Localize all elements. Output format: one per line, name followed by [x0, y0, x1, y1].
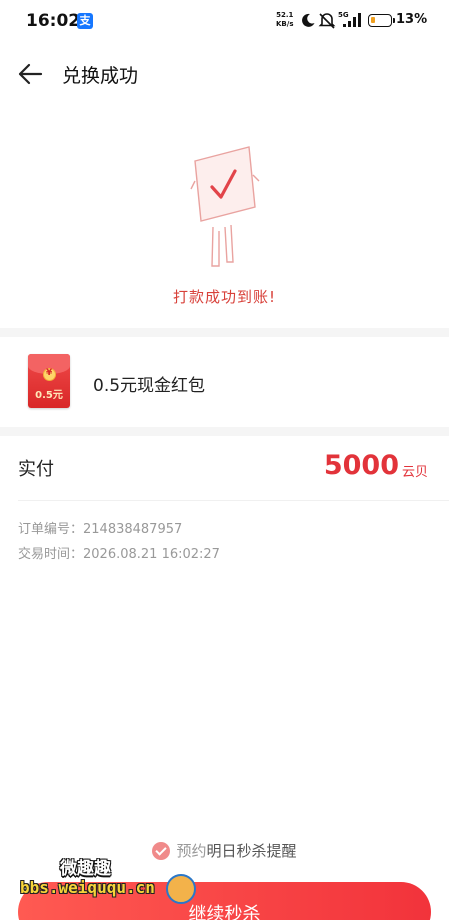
status-time: 16:02	[26, 11, 81, 31]
network-speed: 52.1 KB/s	[276, 11, 294, 28]
payment-label: 实付	[18, 459, 54, 480]
signal-bars-icon	[343, 13, 361, 27]
success-message: 打款成功到账!	[172, 288, 276, 306]
product-name: 0.5元现金红包	[93, 376, 206, 396]
status-bar: 16:02 支 52.1 KB/s 5G 13%	[0, 0, 449, 42]
red-packet-icon: 0.5元	[28, 354, 70, 408]
section-divider	[0, 427, 449, 436]
page-title: 兑换成功	[62, 65, 139, 87]
alipay-icon: 支	[77, 13, 93, 29]
red-packet-amount: 0.5元	[35, 390, 63, 401]
battery-percent: 13%	[396, 12, 428, 27]
section-divider	[0, 328, 449, 337]
order-time: 交易时间：2026.08.21 16:02:27	[18, 547, 220, 562]
header: 兑换成功	[0, 42, 449, 104]
back-arrow-icon[interactable]	[16, 60, 44, 88]
success-illustration	[190, 146, 260, 267]
watermark-logo: 微趣趣 bbs.weiququ.cn	[20, 854, 196, 904]
reminder-label: 明日秒杀提醒	[206, 842, 297, 860]
moon-icon	[302, 13, 315, 27]
watermark-url: bbs.weiququ.cn	[20, 878, 155, 897]
mascot-icon	[166, 874, 196, 904]
watermark-title: 微趣趣	[60, 859, 111, 879]
mute-icon	[318, 13, 336, 29]
coin-icon	[43, 368, 56, 381]
battery-icon	[368, 14, 395, 27]
payment-unit: 云贝	[402, 465, 429, 480]
order-number: 订单编号：214838487957	[18, 522, 183, 537]
divider	[18, 500, 449, 501]
product-row: 0.5元 0.5元现金红包	[0, 337, 449, 427]
payment-amount: 5000	[323, 450, 399, 481]
